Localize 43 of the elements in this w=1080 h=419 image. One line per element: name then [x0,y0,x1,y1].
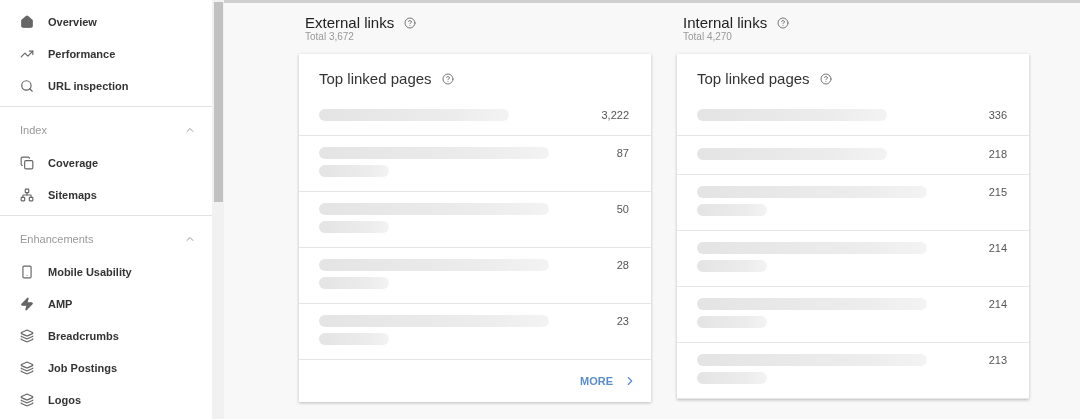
help-icon[interactable] [777,16,790,29]
help-icon[interactable] [404,16,417,29]
section-title: Enhancements [20,233,94,245]
layers-icon [20,393,34,407]
nav-item[interactable]: Coverage [0,147,212,179]
nav-item[interactable]: Performance [0,38,212,70]
link-count: 214 [988,242,1007,256]
card-title: Top linked pages [697,70,810,87]
total-count: Total 4,270 [683,31,733,42]
copy-icon [20,156,34,170]
link-count: 87 [616,147,629,161]
panel-title: Internal links [683,14,768,31]
link-count: 218 [988,148,1007,162]
search-icon [20,79,34,93]
lightning-icon [20,297,34,311]
link-count: 215 [988,186,1007,200]
card-title: Top linked pages [319,70,432,87]
nav-item[interactable]: Sitemaps [0,179,212,211]
link-count: 3,222 [601,109,629,123]
nav-item[interactable]: URL inspection [0,70,212,102]
layers-icon [20,329,34,343]
home-icon [20,15,34,29]
total-count: Total 3,672 [305,31,355,42]
link-count: 28 [616,259,629,273]
link-count: 336 [988,109,1007,123]
section-title: Index [20,124,47,136]
nav-item[interactable]: Job Postings [0,352,212,384]
phone-icon [20,265,34,279]
nav-item[interactable]: Mobile Usability [0,256,212,288]
link-count: 50 [616,203,629,217]
sitemap-icon [20,188,34,202]
link-count: 23 [616,315,629,329]
layers-icon [20,361,34,375]
nav-item[interactable]: AMP [0,288,212,320]
link-count: 213 [988,354,1007,368]
nav-item[interactable]: Breadcrumbs [0,320,212,352]
link-count: 214 [988,298,1007,312]
scrollbar[interactable] [212,0,224,419]
help-icon[interactable] [819,72,832,85]
panel-title: External links [305,14,395,31]
nav-item[interactable]: Overview [0,6,212,38]
help-icon[interactable] [441,72,454,85]
nav-item[interactable]: Logos [0,384,212,416]
